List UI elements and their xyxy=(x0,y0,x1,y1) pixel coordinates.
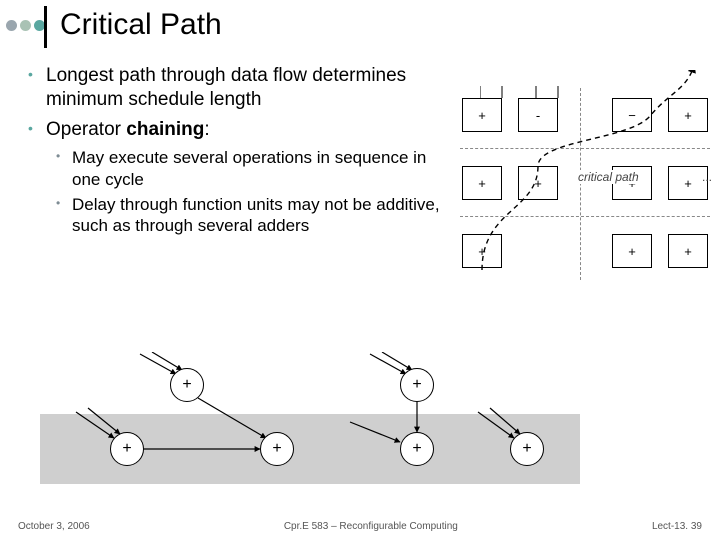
dashed-divider xyxy=(580,88,581,280)
op-node: + xyxy=(510,432,544,466)
bullet-2: Operator chaining: May execute several o… xyxy=(28,118,448,237)
header-dots xyxy=(6,20,45,31)
op-box: + xyxy=(668,234,708,268)
bullet-2-bold: chaining xyxy=(126,119,204,140)
footer-course: Cpr.E 583 – Reconfigurable Computing xyxy=(284,521,458,532)
footer-date: October 3, 2006 xyxy=(18,521,90,532)
op-box: + xyxy=(668,98,708,132)
header: Critical Path xyxy=(0,6,720,54)
critical-path-label: critical path xyxy=(576,170,641,184)
op-box: + xyxy=(518,166,558,200)
op-node: + xyxy=(400,368,434,402)
op-node: + xyxy=(400,432,434,466)
dashed-divider xyxy=(460,148,710,149)
dot-icon xyxy=(6,20,17,31)
footer-pagenum: Lect-13. 39 xyxy=(652,521,702,532)
bullet-2b: Delay through function units may not be … xyxy=(56,194,448,237)
dashed-divider xyxy=(460,216,710,217)
op-node: + xyxy=(260,432,294,466)
slide: Critical Path Longest path through data … xyxy=(0,0,720,540)
ellipsis: ... xyxy=(702,170,712,184)
bullet-2-prefix: Operator xyxy=(46,119,126,140)
chaining-diagram: + + + + + + xyxy=(40,352,580,484)
body-text: Longest path through data flow determine… xyxy=(28,64,448,242)
bullet-2a: May execute several operations in sequen… xyxy=(56,147,448,190)
bullet-1: Longest path through data flow determine… xyxy=(28,64,448,112)
critical-path-diagram: + - − + + + + + + + + critical path ... xyxy=(460,70,710,280)
op-box: + xyxy=(462,234,502,268)
slide-title: Critical Path xyxy=(60,8,222,42)
op-node: + xyxy=(170,368,204,402)
op-node: + xyxy=(110,432,144,466)
header-separator xyxy=(44,6,47,48)
footer: October 3, 2006 Cpr.E 583 – Reconfigurab… xyxy=(0,521,720,532)
bullet-2-suffix: : xyxy=(204,119,209,140)
op-box: + xyxy=(462,98,502,132)
op-box: + xyxy=(462,166,502,200)
op-box: - xyxy=(518,98,558,132)
op-box: − xyxy=(612,98,652,132)
dot-icon xyxy=(20,20,31,31)
op-box: + xyxy=(612,234,652,268)
